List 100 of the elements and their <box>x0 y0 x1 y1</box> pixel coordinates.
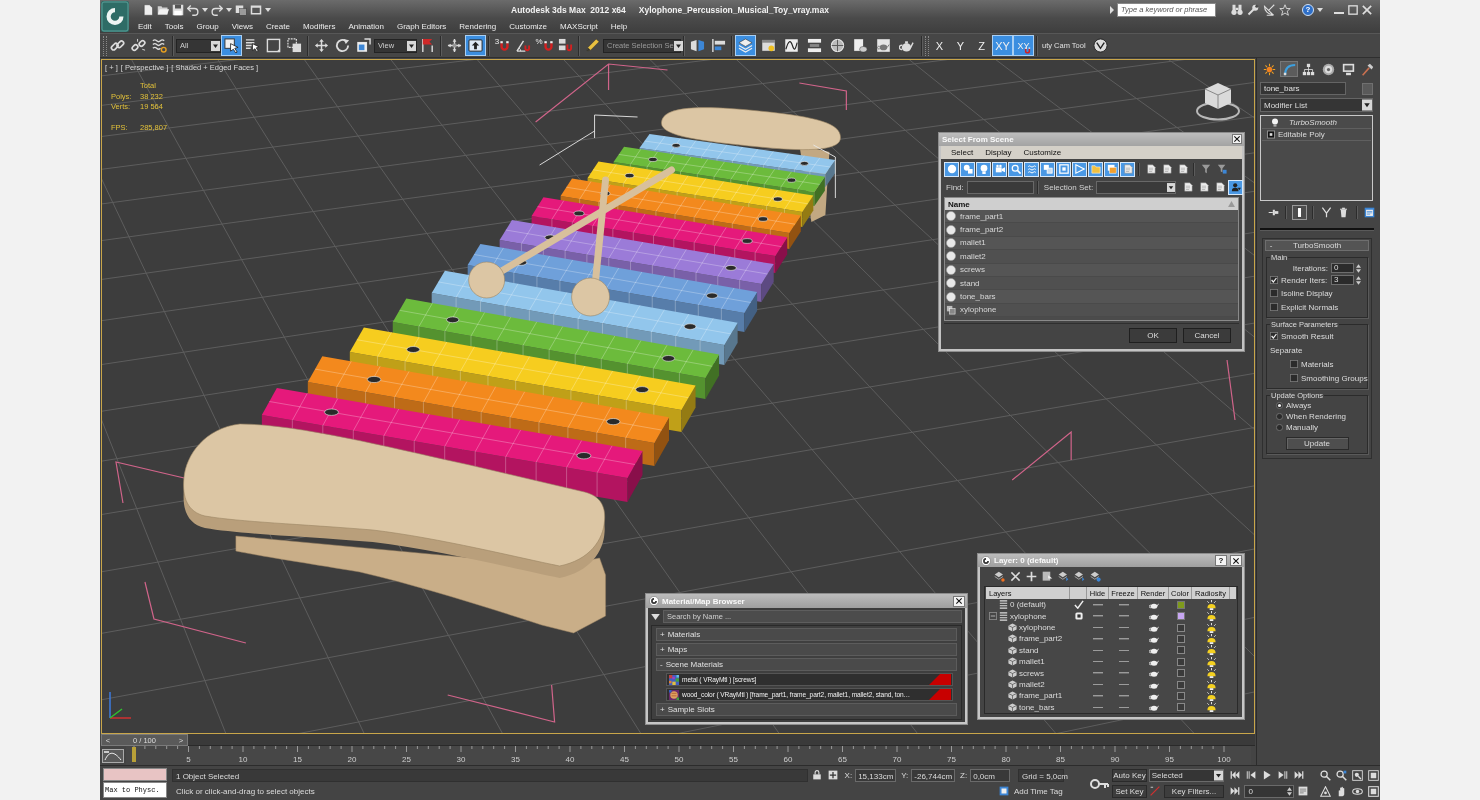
filter-toggle-button[interactable] <box>1072 161 1087 177</box>
checkbox[interactable] <box>1270 332 1278 340</box>
lamp-icon[interactable] <box>1205 645 1217 656</box>
lamp-icon[interactable] <box>1205 702 1217 713</box>
menu-item[interactable]: Graph Editors <box>395 19 448 33</box>
filter-toggle-button[interactable] <box>944 161 959 177</box>
undo-button[interactable] <box>187 3 199 16</box>
snaps-button[interactable]: 3 <box>492 35 513 56</box>
object-name[interactable]: mallet1 <box>1019 657 1045 667</box>
rollout-header[interactable]: - TurboSmooth <box>1265 240 1369 251</box>
delete-layer-button[interactable] <box>1010 569 1021 584</box>
set-key-button[interactable]: Set Key <box>1112 784 1147 798</box>
toolbar-handle[interactable] <box>925 35 929 56</box>
menu-item[interactable]: Edit <box>137 19 153 33</box>
checkbox[interactable] <box>1270 303 1278 311</box>
color-swatch[interactable] <box>1176 646 1185 655</box>
teapot-icon[interactable] <box>1148 612 1159 621</box>
zoom-extents-button[interactable] <box>1350 768 1365 782</box>
dash-icon[interactable] <box>1118 661 1129 663</box>
layer-name[interactable]: 0 (default) <box>1010 600 1047 610</box>
close-button[interactable] <box>1232 134 1242 145</box>
coordinate-field[interactable]: -26,744cm <box>911 768 956 782</box>
search-button[interactable] <box>1231 3 1243 16</box>
redo-button[interactable] <box>211 3 223 16</box>
lamp-icon[interactable] <box>1205 690 1217 701</box>
key-filters-button[interactable]: Key Filters... <box>1163 784 1225 798</box>
dash-icon[interactable] <box>1093 649 1103 652</box>
modify-tab[interactable] <box>1279 61 1299 77</box>
object-name[interactable]: tone_bars <box>1019 702 1055 712</box>
subscription-button[interactable] <box>1263 3 1275 16</box>
filter-toggle-button[interactable] <box>1008 161 1023 177</box>
dash-icon[interactable] <box>1093 626 1103 629</box>
color-swatch[interactable] <box>1176 669 1185 678</box>
lamp-icon[interactable] <box>1205 656 1217 667</box>
filter-toggle-button[interactable] <box>1120 161 1135 177</box>
selection-set-dropdown[interactable] <box>1096 180 1177 194</box>
help-button[interactable]: ? <box>1302 3 1314 16</box>
modifier-stack-item[interactable]: TurboSmooth <box>1262 117 1371 129</box>
viewcube-icon[interactable] <box>1196 81 1240 121</box>
group-header[interactable]: + Maps <box>656 643 957 656</box>
dash-icon[interactable] <box>1118 649 1129 652</box>
checkbox[interactable] <box>1270 289 1278 297</box>
lamp-icon[interactable] <box>1205 622 1217 633</box>
find-field[interactable] <box>966 180 1034 194</box>
group-header[interactable]: + Materials <box>656 628 957 641</box>
update-button[interactable]: Update <box>1285 436 1349 450</box>
coordinate-field[interactable]: 15,133cm <box>855 768 897 782</box>
cam-tool-button[interactable] <box>1090 35 1111 56</box>
group-header[interactable]: - Scene Materials <box>656 658 957 671</box>
expand-search-button[interactable] <box>1110 5 1114 14</box>
lamp-icon[interactable] <box>1205 633 1217 644</box>
save-file-button[interactable] <box>172 3 184 16</box>
filter-toggle-button[interactable] <box>1088 161 1103 177</box>
current-frame-field[interactable]: 0 <box>1244 784 1295 798</box>
list-row[interactable]: frame_part1 <box>945 210 1238 224</box>
listener-output-field[interactable] <box>103 768 167 781</box>
filter-toggle-button[interactable] <box>1040 161 1055 177</box>
dash-icon[interactable] <box>1093 661 1103 663</box>
add-to-layer-button[interactable] <box>1026 569 1037 584</box>
object-name[interactable]: frame_part2 <box>1019 634 1063 644</box>
workspace-button[interactable] <box>250 3 262 16</box>
dash-icon[interactable] <box>1118 706 1129 709</box>
filter-toggle-button[interactable] <box>1104 161 1119 177</box>
list-row[interactable]: mallet2 <box>945 250 1238 264</box>
object-name[interactable]: stand <box>1019 645 1039 655</box>
color-swatch[interactable] <box>1176 703 1185 712</box>
dash-icon[interactable] <box>1093 683 1103 686</box>
new-layer-button[interactable] <box>994 569 1005 584</box>
favorites-button[interactable] <box>1279 3 1291 16</box>
zoom-button[interactable] <box>1318 768 1333 782</box>
dash-icon[interactable] <box>1118 615 1129 617</box>
menu-item[interactable]: Select <box>951 147 974 157</box>
zoom-all-button[interactable] <box>1334 768 1349 782</box>
ok-button[interactable]: OK <box>1129 328 1177 343</box>
menu-item[interactable]: Create <box>264 19 291 33</box>
mini-curve-editor-button[interactable] <box>100 746 126 765</box>
menu-item[interactable]: Animation <box>347 19 385 33</box>
menu-item[interactable]: MAXScript <box>559 19 599 33</box>
box-toggle-icon[interactable] <box>1074 612 1083 621</box>
selection-lock-button[interactable] <box>810 768 824 782</box>
column-header[interactable]: Name <box>945 198 1238 210</box>
layers-button[interactable] <box>735 35 756 56</box>
filter-toggle-button[interactable] <box>976 161 991 177</box>
dash-icon[interactable] <box>1118 604 1129 606</box>
lamp-icon[interactable] <box>1205 679 1217 690</box>
lamp-icon[interactable] <box>1205 668 1217 679</box>
project-folder-button[interactable] <box>235 3 247 16</box>
menu-item[interactable]: Views <box>230 19 254 33</box>
menu-item[interactable]: Tools <box>163 19 185 33</box>
zoom-extents-all-button[interactable] <box>1366 768 1380 782</box>
application-button[interactable] <box>101 1 129 32</box>
freeze-all-button[interactable] <box>1090 569 1101 584</box>
add-time-tag-button[interactable] <box>997 784 1011 798</box>
highlight-layer-button[interactable] <box>1058 569 1069 584</box>
transform-mode-button[interactable] <box>826 768 840 782</box>
radio-button[interactable] <box>1276 413 1283 420</box>
auto-key-button[interactable]: Auto Key <box>1112 768 1147 782</box>
options-button[interactable] <box>651 613 660 620</box>
menu-item[interactable]: Display <box>985 147 1012 157</box>
dash-icon[interactable] <box>1118 672 1129 674</box>
